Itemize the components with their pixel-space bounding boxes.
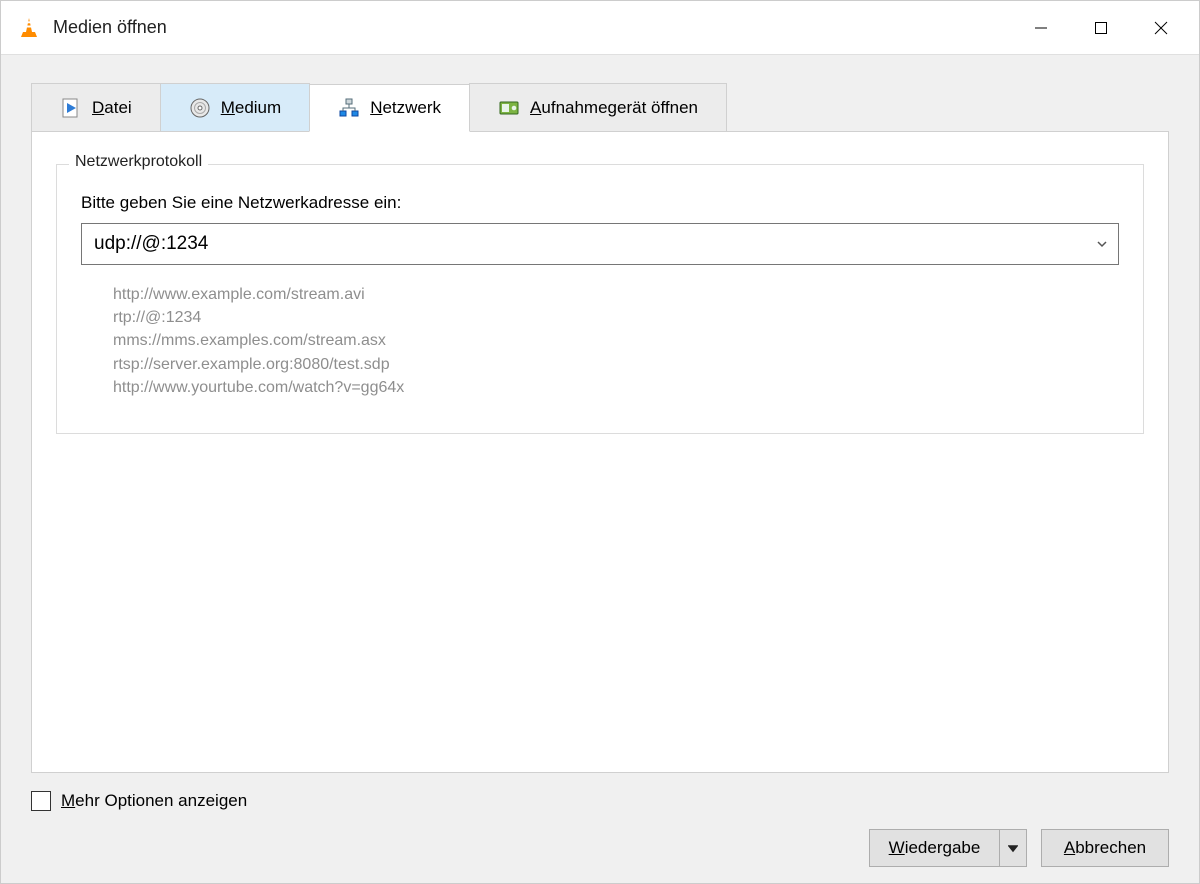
url-example: http://www.example.com/stream.avi xyxy=(113,283,1119,306)
dialog-button-bar: Wiedergabe Abbrechen xyxy=(31,811,1169,867)
tab-network[interactable]: Netzwerk xyxy=(309,84,470,132)
titlebar: Medien öffnen xyxy=(1,1,1199,55)
network-tab-page: Netzwerkprotokoll Bitte geben Sie eine N… xyxy=(31,131,1169,773)
capture-device-icon xyxy=(498,97,520,119)
minimize-button[interactable] xyxy=(1011,5,1071,51)
url-example: http://www.yourtube.com/watch?v=gg64x xyxy=(113,376,1119,399)
network-url-dropdown-button[interactable] xyxy=(1084,224,1118,264)
tab-file-label: Datei xyxy=(92,98,132,118)
network-url-combobox[interactable] xyxy=(81,223,1119,265)
play-split-button: Wiedergabe xyxy=(869,829,1027,867)
checkbox-box-icon xyxy=(31,791,51,811)
tab-network-label: Netzwerk xyxy=(370,98,441,118)
tab-capture[interactable]: Aufnahmegerät öffnen xyxy=(469,83,727,131)
url-examples: http://www.example.com/stream.avi rtp://… xyxy=(113,283,1119,399)
network-icon xyxy=(338,97,360,119)
url-example: rtp://@:1234 xyxy=(113,306,1119,329)
network-protocol-group: Netzwerkprotokoll Bitte geben Sie eine N… xyxy=(56,164,1144,434)
tab-disc[interactable]: Medium xyxy=(160,83,310,131)
cancel-button[interactable]: Abbrechen xyxy=(1041,829,1169,867)
play-button[interactable]: Wiedergabe xyxy=(869,829,999,867)
tab-capture-label: Aufnahmegerät öffnen xyxy=(530,98,698,118)
network-url-input[interactable] xyxy=(82,224,1084,264)
more-options-label: Mehr Optionen anzeigen xyxy=(61,791,247,811)
more-options-checkbox[interactable]: Mehr Optionen anzeigen xyxy=(31,791,1169,811)
close-button[interactable] xyxy=(1131,5,1191,51)
url-prompt-label: Bitte geben Sie eine Netzwerkadresse ein… xyxy=(81,193,1119,213)
cancel-button-label: Abbrechen xyxy=(1064,838,1146,858)
tab-file[interactable]: Datei xyxy=(31,83,161,131)
tab-disc-label: Medium xyxy=(221,98,281,118)
file-play-icon xyxy=(60,97,82,119)
vlc-cone-icon xyxy=(17,16,41,40)
group-legend: Netzwerkprotokoll xyxy=(69,153,208,171)
play-button-dropdown[interactable] xyxy=(999,829,1027,867)
window-title: Medien öffnen xyxy=(53,17,167,38)
url-example: rtsp://server.example.org:8080/test.sdp xyxy=(113,353,1119,376)
url-example: mms://mms.examples.com/stream.asx xyxy=(113,329,1119,352)
tab-strip: Datei Medium Netzwerk Aufnahmegerät öffn… xyxy=(31,83,1169,131)
maximize-button[interactable] xyxy=(1071,5,1131,51)
disc-icon xyxy=(189,97,211,119)
play-button-label: Wiedergabe xyxy=(889,838,981,858)
